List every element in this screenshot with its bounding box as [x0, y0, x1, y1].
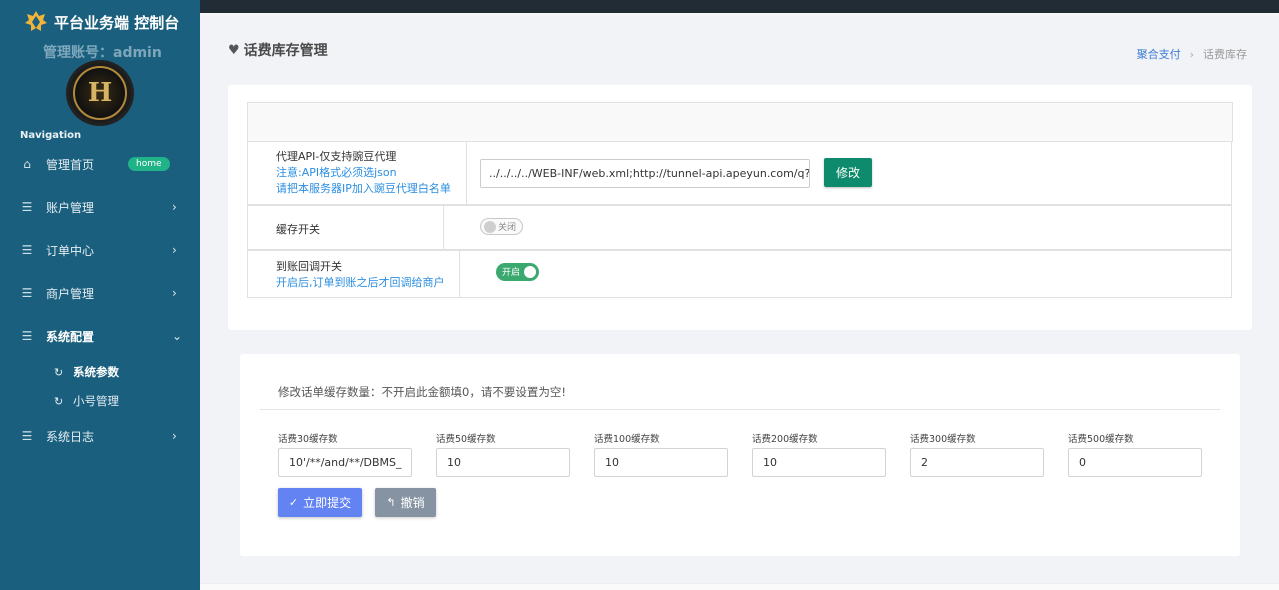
cancel-label: 撤销	[400, 496, 425, 510]
stock-input-300[interactable]: 2	[910, 448, 1044, 477]
heart-icon: ♥	[228, 42, 240, 58]
stock-field-500: 话费500缓存数 0	[1068, 431, 1202, 477]
list-icon: ☰	[21, 429, 33, 443]
stock-field-50: 话费50缓存数 10	[436, 431, 570, 477]
breadcrumb-link[interactable]: 聚合支付	[1137, 46, 1181, 62]
sidebar-subitem-small-accounts[interactable]: ↻ 小号管理	[0, 390, 200, 412]
home-icon: ⌂	[23, 157, 31, 171]
avatar-emblem: H	[73, 66, 127, 120]
stock-notice: 修改话单缓存数量：不开启此金额填0，请不要设置为空!	[278, 385, 566, 399]
home-badge: home	[128, 157, 170, 171]
sidebar-item-label: 系统配置	[46, 329, 95, 344]
sidebar-item-label: 账户管理	[46, 200, 95, 215]
submit-button[interactable]: ✓ 立即提交	[278, 488, 362, 517]
config-card: 代理API-仅支持豌豆代理 注意:API格式必须选json 请把本服务器IP加入…	[228, 85, 1252, 330]
brand-title: 平台业务端 控制台	[54, 13, 180, 32]
cache-toggle[interactable]: 关闭	[480, 218, 523, 235]
breadcrumb-separator-icon: ›	[1189, 47, 1194, 61]
modify-button[interactable]: 修改	[824, 158, 872, 187]
sidebar-item-system-config[interactable]: ☰ 系统配置 ⌄	[0, 323, 200, 349]
sidebar-item-home[interactable]: ⌂ 管理首页 home	[0, 151, 200, 177]
sidebar-item-label: 订单中心	[46, 243, 95, 258]
sidebar: 平台业务端 控制台 管理账号：admin H Navigation ⌂ 管理首页…	[0, 0, 200, 590]
footer	[200, 583, 1279, 590]
stock-input-30[interactable]: 10'/**/and/**/DBMS_	[278, 448, 412, 477]
stock-input-200[interactable]: 10	[752, 448, 886, 477]
stock-field-label: 话费100缓存数	[594, 434, 660, 445]
stock-input-100[interactable]: 10	[594, 448, 728, 477]
stock-field-200: 话费200缓存数 10	[752, 431, 886, 477]
toggle-knob	[524, 266, 536, 278]
callback-switch-label: 到账回调开关	[276, 260, 342, 273]
brand-logo-icon	[25, 11, 47, 31]
sidebar-subitem-label: 系统参数	[73, 365, 119, 379]
chevron-right-icon: ›	[172, 243, 177, 257]
check-icon: ✓	[288, 496, 299, 509]
refresh-icon: ↻	[54, 365, 64, 379]
proxy-api-input[interactable]: ../../../../WEB-INF/web.xml;http://tunne…	[480, 159, 810, 188]
breadcrumb-current: 话费库存	[1203, 48, 1247, 61]
stock-field-100: 话费100缓存数 10	[594, 431, 728, 477]
list-icon: ☰	[21, 200, 33, 214]
callback-switch-note: 开启后,订单到账之后才回调给商户	[276, 276, 445, 289]
stock-field-label: 话费500缓存数	[1068, 434, 1134, 445]
stock-field-30: 话费30缓存数 10'/**/and/**/DBMS_	[278, 431, 412, 477]
brand[interactable]: 平台业务端 控制台	[24, 10, 179, 34]
page-title-text: 话费库存管理	[243, 43, 328, 59]
sidebar-item-label: 系统日志	[46, 429, 95, 444]
stock-field-label: 话费200缓存数	[752, 434, 818, 445]
stock-input-500[interactable]: 0	[1068, 448, 1202, 477]
proxy-api-whitelist-note: 请把本服务器IP加入豌豆代理白名单	[276, 182, 451, 195]
list-icon: ☰	[21, 243, 33, 257]
sidebar-item-orders[interactable]: ☰ 订单中心 ›	[0, 237, 200, 263]
list-icon: ☰	[21, 286, 33, 300]
undo-icon: ↰	[386, 496, 396, 509]
proxy-api-label-cell: 代理API-仅支持豌豆代理 注意:API格式必须选json 请把本服务器IP加入…	[248, 142, 467, 204]
top-bar	[200, 0, 1279, 13]
sidebar-item-label: 管理首页	[46, 157, 95, 172]
chevron-right-icon: ›	[172, 286, 177, 300]
cache-switch-label: 缓存开关	[248, 206, 444, 249]
account-label: 管理账号：admin	[43, 45, 162, 61]
stock-card: 修改话单缓存数量：不开启此金额填0，请不要设置为空! 话费30缓存数 10'/*…	[240, 354, 1240, 556]
submit-label: 立即提交	[303, 496, 352, 510]
cancel-button[interactable]: ↰ 撤销	[375, 488, 436, 517]
sidebar-item-system-log[interactable]: ☰ 系统日志 ›	[0, 423, 200, 449]
sidebar-subitem-label: 小号管理	[73, 394, 119, 408]
sidebar-item-merchants[interactable]: ☰ 商户管理 ›	[0, 280, 200, 306]
refresh-icon: ↻	[54, 394, 64, 408]
cache-switch-row: 缓存开关 关闭	[247, 205, 1232, 250]
sidebar-subitem-system-params[interactable]: ↻ 系统参数	[0, 361, 200, 383]
divider	[260, 409, 1220, 410]
stock-field-label: 话费30缓存数	[278, 434, 338, 445]
toggle-knob	[484, 221, 496, 233]
top-bar-divider	[200, 13, 1279, 15]
chevron-down-icon: ⌄	[172, 329, 183, 343]
config-table-header	[247, 102, 1233, 142]
proxy-api-row: 代理API-仅支持豌豆代理 注意:API格式必须选json 请把本服务器IP加入…	[247, 141, 1232, 205]
proxy-api-label: 代理API-仅支持豌豆代理	[276, 150, 397, 163]
callback-switch-label-cell: 到账回调开关 开启后,订单到账之后才回调给商户	[248, 251, 460, 297]
sidebar-item-accounts[interactable]: ☰ 账户管理 ›	[0, 194, 200, 220]
stock-field-300: 话费300缓存数 2	[910, 431, 1044, 477]
list-icon: ☰	[21, 329, 33, 343]
callback-toggle-state: 开启	[502, 268, 521, 278]
stock-input-50[interactable]: 10	[436, 448, 570, 477]
cache-toggle-state: 关闭	[498, 223, 517, 233]
callback-toggle[interactable]: 开启	[496, 263, 539, 281]
chevron-right-icon: ›	[172, 429, 177, 443]
proxy-api-note: 注意:API格式必须选json	[276, 166, 397, 179]
avatar[interactable]: H	[66, 60, 134, 126]
breadcrumb: 聚合支付 › 话费库存	[1137, 46, 1247, 62]
sidebar-item-label: 商户管理	[46, 286, 95, 301]
nav-section-label: Navigation	[20, 130, 82, 141]
stock-field-label: 话费300缓存数	[910, 434, 976, 445]
chevron-right-icon: ›	[172, 200, 177, 214]
page-title: ♥ 话费库存管理	[228, 40, 328, 60]
callback-switch-row: 到账回调开关 开启后,订单到账之后才回调给商户 开启	[247, 250, 1232, 298]
stock-field-label: 话费50缓存数	[436, 434, 496, 445]
